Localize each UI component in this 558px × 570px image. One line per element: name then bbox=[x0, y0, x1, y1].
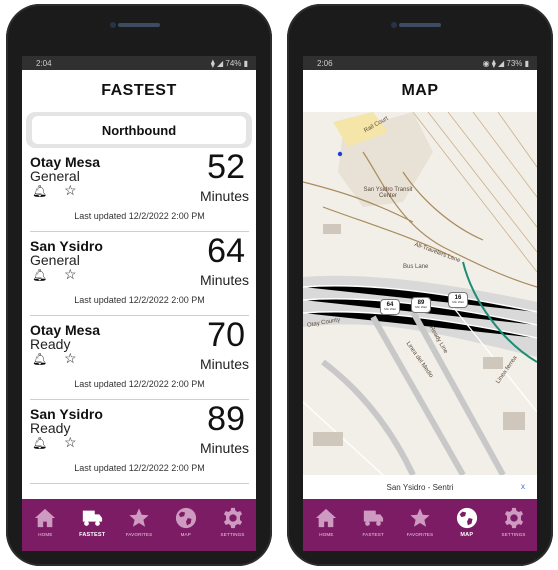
selected-location: San Ysidro - Sentri bbox=[386, 482, 454, 492]
nav-home[interactable]: HOME bbox=[304, 507, 348, 537]
status-indicators: ⧫ ◢ 74% ▮ bbox=[210, 58, 248, 68]
phone-frame-map: 2:06 ◉ ⧫ ◢ 73% ▮ MAP 64 Min Wait 89 Min … bbox=[287, 4, 553, 566]
nav-fastest[interactable]: FASTEST bbox=[351, 507, 395, 537]
wait-marker[interactable]: 16 Min Wait bbox=[448, 292, 468, 308]
home-icon bbox=[34, 507, 56, 529]
bottom-nav: HOME FASTEST FAVORITES MAP SETTINGS bbox=[303, 499, 537, 551]
star-icon bbox=[128, 507, 150, 529]
direction-selector: Northbound bbox=[26, 112, 252, 148]
wait-card[interactable]: Otay Mesa Ready 🔔︎ ☆ 70 Minutes Last upd… bbox=[30, 316, 249, 400]
nav-fastest[interactable]: FASTEST bbox=[70, 507, 114, 538]
last-updated: Last updated 12/2/2022 2:00 PM bbox=[74, 463, 205, 473]
nav-label: FASTEST bbox=[362, 532, 384, 537]
nav-label: MAP bbox=[180, 532, 191, 537]
nav-settings[interactable]: SETTINGS bbox=[211, 507, 255, 537]
speaker-grille bbox=[118, 23, 160, 27]
last-updated: Last updated 12/2/2022 2:00 PM bbox=[74, 295, 205, 305]
globe-icon bbox=[175, 507, 197, 529]
globe-icon bbox=[456, 507, 478, 529]
home-icon bbox=[315, 507, 337, 529]
wait-unit: Minutes bbox=[199, 272, 249, 288]
nav-label: HOME bbox=[38, 532, 53, 537]
bottom-nav: HOME FASTEST FAVORITES MAP SETTINGS bbox=[22, 499, 256, 551]
page-title: FASTEST bbox=[101, 82, 177, 99]
last-updated: Last updated 12/2/2022 2:00 PM bbox=[74, 379, 205, 389]
map-tiles bbox=[303, 112, 537, 475]
map-view[interactable]: 64 Min Wait 89 Min Wait 16 Min Wait Rail… bbox=[303, 112, 537, 475]
fastest-screen: 2:04 ⧫ ◢ 74% ▮ FASTEST Northbound Otay M… bbox=[22, 56, 256, 551]
truck-icon bbox=[362, 507, 384, 529]
wait-unit: Minutes bbox=[199, 188, 249, 204]
map-footer: San Ysidro - Sentri x bbox=[303, 475, 537, 499]
nav-label: FAVORITES bbox=[125, 532, 153, 537]
nav-label: SETTINGS bbox=[501, 532, 526, 537]
nav-map[interactable]: MAP bbox=[445, 507, 489, 538]
star-outline-icon[interactable]: ☆ bbox=[64, 350, 77, 367]
nav-home[interactable]: HOME bbox=[23, 507, 67, 537]
bell-icon[interactable]: 🔔︎ bbox=[32, 436, 47, 450]
map-screen: 2:06 ◉ ⧫ ◢ 73% ▮ MAP 64 Min Wait 89 Min … bbox=[303, 56, 537, 551]
bell-icon[interactable]: 🔔︎ bbox=[32, 184, 47, 198]
nav-label: FASTEST bbox=[79, 532, 106, 538]
direction-button[interactable]: Northbound bbox=[32, 116, 246, 144]
status-time: 2:04 bbox=[36, 58, 52, 68]
map-label-bus-lane: Bus Lane bbox=[403, 264, 429, 270]
wait-marker[interactable]: 64 Min Wait bbox=[380, 299, 400, 315]
wait-marker[interactable]: 89 Min Wait bbox=[411, 297, 431, 313]
wait-card[interactable]: San Ysidro Ready 🔔︎ ☆ 89 Minutes Last up… bbox=[30, 400, 249, 484]
gear-icon bbox=[222, 507, 244, 529]
wait-unit: Minutes bbox=[199, 356, 249, 372]
wait-minutes: 89 bbox=[207, 400, 245, 438]
close-button[interactable]: x bbox=[521, 482, 525, 491]
bell-icon[interactable]: 🔔︎ bbox=[32, 268, 47, 282]
camera-dot bbox=[391, 22, 397, 28]
star-outline-icon[interactable]: ☆ bbox=[64, 266, 77, 283]
nav-label: MAP bbox=[460, 532, 474, 538]
status-time: 2:06 bbox=[317, 58, 333, 68]
nav-favorites[interactable]: FAVORITES bbox=[117, 507, 161, 537]
map-label-transit: San Ysidro Transit Center bbox=[363, 187, 413, 199]
phone-frame-fastest: 2:04 ⧫ ◢ 74% ▮ FASTEST Northbound Otay M… bbox=[6, 4, 272, 566]
page-title: MAP bbox=[401, 82, 439, 99]
nav-label: FAVORITES bbox=[406, 532, 434, 537]
status-bar: 2:04 ⧫ ◢ 74% ▮ bbox=[22, 56, 256, 70]
wait-minutes: 64 bbox=[207, 232, 245, 270]
nav-settings[interactable]: SETTINGS bbox=[492, 507, 536, 537]
last-updated: Last updated 12/2/2022 2:00 PM bbox=[74, 211, 205, 221]
nav-map[interactable]: MAP bbox=[164, 507, 208, 537]
status-bar: 2:06 ◉ ⧫ ◢ 73% ▮ bbox=[303, 56, 537, 70]
status-indicators: ◉ ⧫ ◢ 73% ▮ bbox=[482, 58, 529, 68]
bell-icon[interactable]: 🔔︎ bbox=[32, 352, 47, 366]
star-outline-icon[interactable]: ☆ bbox=[64, 182, 77, 199]
wait-unit: Minutes bbox=[199, 440, 249, 456]
truck-icon bbox=[81, 507, 103, 529]
camera-dot bbox=[110, 22, 116, 28]
nav-label: HOME bbox=[319, 532, 334, 537]
wait-card[interactable]: San Ysidro General 🔔︎ ☆ 64 Minutes Last … bbox=[30, 232, 249, 316]
wait-card[interactable]: Otay Mesa General 🔔︎ ☆ 52 Minutes Last u… bbox=[30, 148, 249, 232]
nav-label: SETTINGS bbox=[220, 532, 245, 537]
star-outline-icon[interactable]: ☆ bbox=[64, 434, 77, 451]
wait-minutes: 70 bbox=[207, 316, 245, 354]
nav-favorites[interactable]: FAVORITES bbox=[398, 507, 442, 537]
star-icon bbox=[409, 507, 431, 529]
speaker-grille bbox=[399, 23, 441, 27]
gear-icon bbox=[503, 507, 525, 529]
wait-minutes: 52 bbox=[207, 148, 245, 186]
